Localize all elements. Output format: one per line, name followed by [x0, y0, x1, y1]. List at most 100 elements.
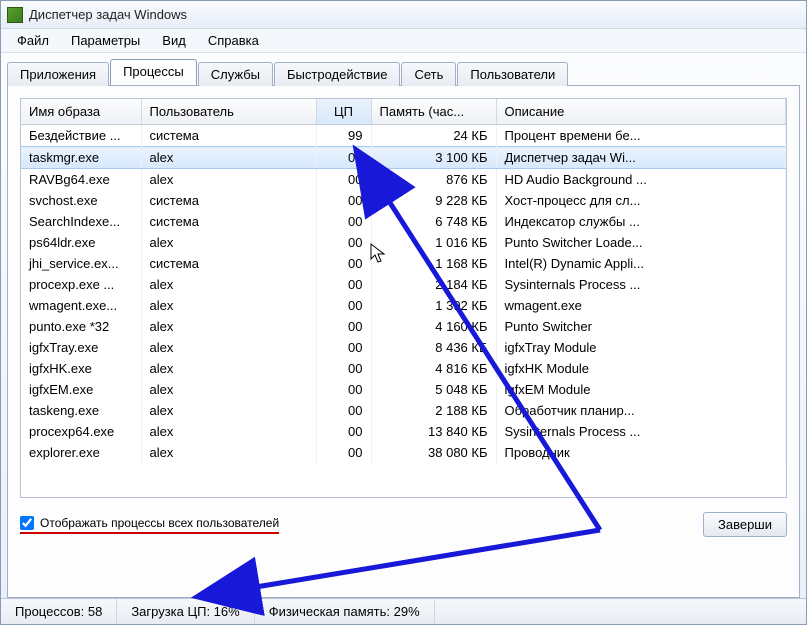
cell-user: система: [141, 253, 316, 274]
status-cpu: Загрузка ЦП: 16%: [117, 599, 254, 624]
cell-mem: 38 080 КБ: [371, 442, 496, 463]
cell-user: система: [141, 125, 316, 147]
cell-mem: 6 748 КБ: [371, 211, 496, 232]
show-all-users-label: Отображать процессы всех пользователей: [40, 516, 279, 530]
cell-user: alex: [141, 232, 316, 253]
cell-user: alex: [141, 358, 316, 379]
menu-help[interactable]: Справка: [198, 30, 269, 51]
cell-desc: wmagent.exe: [496, 295, 786, 316]
table-row[interactable]: Бездействие ...система9924 КБПроцент вре…: [21, 125, 786, 147]
table-row[interactable]: igfxTray.exealex008 436 КБigfxTray Modul…: [21, 337, 786, 358]
cell-mem: 2 188 КБ: [371, 400, 496, 421]
table-row[interactable]: igfxEM.exealex005 048 КБigfxEM Module: [21, 379, 786, 400]
tab-4[interactable]: Сеть: [401, 62, 456, 86]
cell-cpu: 99: [316, 125, 371, 147]
cell-mem: 1 016 КБ: [371, 232, 496, 253]
table-row[interactable]: igfxHK.exealex004 816 КБigfxHK Module: [21, 358, 786, 379]
table-row[interactable]: procexp.exe ...alex002 184 КБSysinternal…: [21, 274, 786, 295]
cell-name: procexp.exe ...: [21, 274, 141, 295]
cell-cpu: 00: [316, 358, 371, 379]
table-row[interactable]: RAVBg64.exealex00876 КБHD Audio Backgrou…: [21, 169, 786, 191]
table-row[interactable]: taskmgr.exealex003 100 КБДиспетчер задач…: [21, 147, 786, 169]
tab-1[interactable]: Процессы: [110, 59, 197, 85]
menu-file[interactable]: Файл: [7, 30, 59, 51]
cell-name: jhi_service.ex...: [21, 253, 141, 274]
process-table: Имя образа Пользователь ЦП Память (час..…: [21, 99, 786, 463]
cell-cpu: 00: [316, 253, 371, 274]
cell-desc: Процент времени бе...: [496, 125, 786, 147]
table-row[interactable]: explorer.exealex0038 080 КБПроводник: [21, 442, 786, 463]
cell-cpu: 00: [316, 232, 371, 253]
tab-2[interactable]: Службы: [198, 62, 273, 86]
table-row[interactable]: svchost.exeсистема009 228 КБХост-процесс…: [21, 190, 786, 211]
cell-desc: Sysinternals Process ...: [496, 274, 786, 295]
tab-strip: ПриложенияПроцессыСлужбыБыстродействиеСе…: [7, 59, 800, 85]
processes-panel: Имя образа Пользователь ЦП Память (час..…: [7, 85, 800, 598]
menubar: Файл Параметры Вид Справка: [1, 29, 806, 53]
cell-mem: 13 840 КБ: [371, 421, 496, 442]
status-memory: Физическая память: 29%: [255, 599, 435, 624]
panel-bottom-row: Отображать процессы всех пользователей З…: [20, 512, 787, 537]
window-title: Диспетчер задач Windows: [29, 7, 187, 22]
cell-user: alex: [141, 169, 316, 191]
table-row[interactable]: SearchIndexe...система006 748 КБИндексат…: [21, 211, 786, 232]
col-header-cpu[interactable]: ЦП: [316, 99, 371, 125]
cell-desc: Обработчик планир...: [496, 400, 786, 421]
process-table-body: Бездействие ...система9924 КБПроцент вре…: [21, 125, 786, 464]
cell-user: alex: [141, 295, 316, 316]
task-manager-window: Диспетчер задач Windows Файл Параметры В…: [0, 0, 807, 625]
cell-name: Бездействие ...: [21, 125, 141, 147]
cell-cpu: 00: [316, 337, 371, 358]
tab-3[interactable]: Быстродействие: [274, 62, 400, 86]
table-row[interactable]: taskeng.exealex002 188 КБОбработчик план…: [21, 400, 786, 421]
cell-name: wmagent.exe...: [21, 295, 141, 316]
cell-name: taskeng.exe: [21, 400, 141, 421]
cell-cpu: 00: [316, 316, 371, 337]
cell-desc: igfxTray Module: [496, 337, 786, 358]
content-area: ПриложенияПроцессыСлужбыБыстродействиеСе…: [1, 53, 806, 598]
table-row[interactable]: procexp64.exealex0013 840 КБSysinternals…: [21, 421, 786, 442]
tab-5[interactable]: Пользователи: [457, 62, 568, 86]
cell-name: ps64ldr.exe: [21, 232, 141, 253]
cell-mem: 8 436 КБ: [371, 337, 496, 358]
cell-cpu: 00: [316, 274, 371, 295]
cell-desc: Диспетчер задач Wi...: [496, 147, 786, 169]
table-row[interactable]: ps64ldr.exealex001 016 КБPunto Switcher …: [21, 232, 786, 253]
cell-user: alex: [141, 400, 316, 421]
cell-user: alex: [141, 316, 316, 337]
cell-cpu: 00: [316, 400, 371, 421]
titlebar[interactable]: Диспетчер задач Windows: [1, 1, 806, 29]
col-header-memory[interactable]: Память (час...: [371, 99, 496, 125]
tab-0[interactable]: Приложения: [7, 62, 109, 86]
cell-name: svchost.exe: [21, 190, 141, 211]
cell-desc: igfxHK Module: [496, 358, 786, 379]
cell-desc: Индексатор службы ...: [496, 211, 786, 232]
cell-mem: 4 160 КБ: [371, 316, 496, 337]
process-table-container: Имя образа Пользователь ЦП Память (час..…: [20, 98, 787, 498]
app-icon: [7, 7, 23, 23]
cell-mem: 9 228 КБ: [371, 190, 496, 211]
cell-mem: 1 392 КБ: [371, 295, 496, 316]
cell-mem: 1 168 КБ: [371, 253, 496, 274]
col-header-user[interactable]: Пользователь: [141, 99, 316, 125]
table-row[interactable]: punto.exe *32alex004 160 КБPunto Switche…: [21, 316, 786, 337]
end-process-button[interactable]: Заверши: [703, 512, 787, 537]
cell-mem: 5 048 КБ: [371, 379, 496, 400]
menu-options[interactable]: Параметры: [61, 30, 150, 51]
cell-name: explorer.exe: [21, 442, 141, 463]
col-header-description[interactable]: Описание: [496, 99, 786, 125]
cell-user: alex: [141, 421, 316, 442]
cell-cpu: 00: [316, 169, 371, 191]
cell-cpu: 00: [316, 211, 371, 232]
cell-desc: Punto Switcher Loade...: [496, 232, 786, 253]
table-row[interactable]: jhi_service.ex...система001 168 КБIntel(…: [21, 253, 786, 274]
col-header-name[interactable]: Имя образа: [21, 99, 141, 125]
show-all-users-input[interactable]: [20, 516, 34, 530]
table-row[interactable]: wmagent.exe...alex001 392 КБwmagent.exe: [21, 295, 786, 316]
cell-desc: HD Audio Background ...: [496, 169, 786, 191]
show-all-users-checkbox[interactable]: Отображать процессы всех пользователей: [20, 516, 279, 534]
cell-user: alex: [141, 337, 316, 358]
cell-name: SearchIndexe...: [21, 211, 141, 232]
cell-name: igfxEM.exe: [21, 379, 141, 400]
menu-view[interactable]: Вид: [152, 30, 196, 51]
